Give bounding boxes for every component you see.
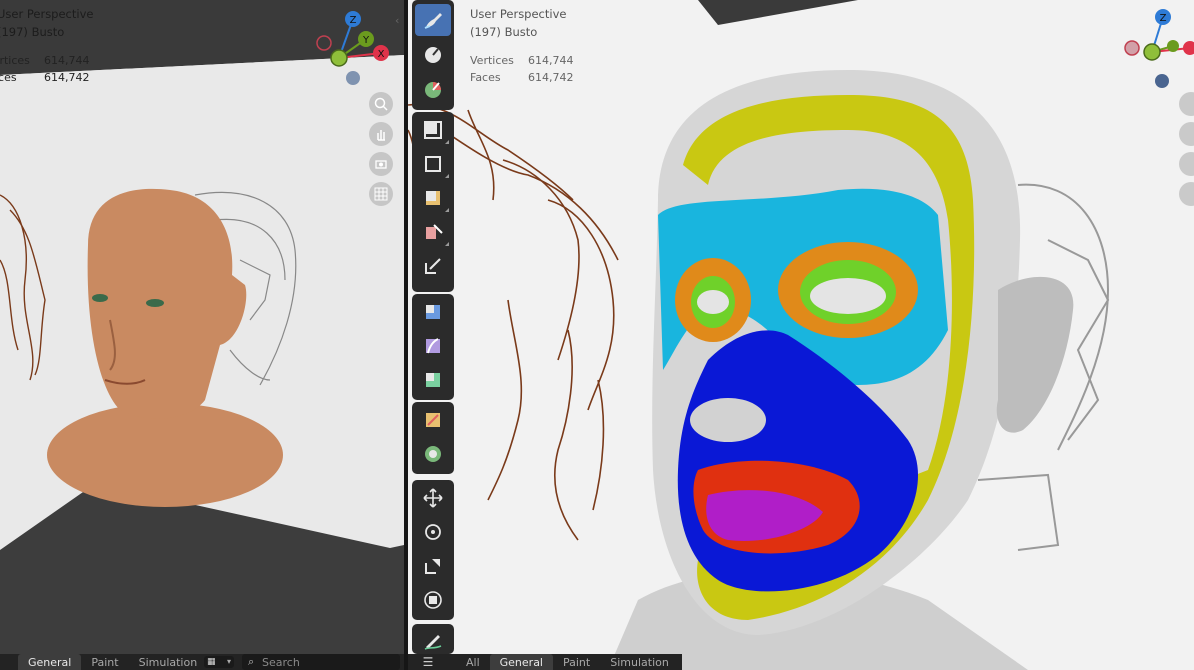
smear-tool[interactable] xyxy=(415,39,451,71)
gizmo-x-label: X xyxy=(378,49,385,60)
faces-label: Faces xyxy=(0,71,17,84)
faces-label: Faces xyxy=(470,71,501,84)
navigation-gizmo[interactable]: Z Y X xyxy=(310,8,394,88)
color-filter-tool[interactable] xyxy=(415,364,451,396)
gizmo-z-label: Z xyxy=(1160,13,1167,24)
rotate-tool[interactable] xyxy=(415,516,451,548)
left-3d-viewport[interactable]: User Perspective (197) Busto Vertices 614… xyxy=(0,0,404,670)
edit-face-set-tool[interactable] xyxy=(415,404,451,436)
trim-tool[interactable] xyxy=(415,216,451,248)
face-set-tool[interactable] xyxy=(415,182,451,214)
tool-group-transform xyxy=(412,480,454,620)
tool-group-filter xyxy=(412,294,454,400)
tab-paint[interactable]: Paint xyxy=(553,654,600,670)
mesh-filter-tool[interactable] xyxy=(415,296,451,328)
tab-paint[interactable]: Paint xyxy=(81,654,128,670)
navigation-gizmo[interactable]: Z xyxy=(1120,6,1194,92)
mask-paint-tool[interactable] xyxy=(415,74,451,106)
grid-view-icon: ▦ xyxy=(207,657,216,667)
bottom-bar-right: ☰ All General Paint Simulation xyxy=(408,654,682,670)
object-label: (197) Busto xyxy=(470,25,538,39)
scene-stats: Vertices 614,744 Faces 614,742 xyxy=(470,52,574,86)
perspective-label: User Perspective xyxy=(470,7,567,21)
zoom-icon[interactable] xyxy=(369,92,393,116)
faces-value: 614,742 xyxy=(528,71,574,84)
left-scene xyxy=(0,0,404,670)
pan-hand-icon[interactable] xyxy=(369,122,393,146)
search-icon: ⌕ xyxy=(248,655,255,668)
gizmo-z-label: Z xyxy=(350,15,357,26)
annotate-tool[interactable] xyxy=(415,624,451,656)
scale-tool[interactable] xyxy=(415,550,451,582)
object-label: (197) Busto xyxy=(0,25,65,39)
tab-general[interactable]: General xyxy=(18,654,82,670)
vertices-label: Vertices xyxy=(470,54,514,67)
draw-brush-tool[interactable] xyxy=(415,4,451,36)
lasso-select-tool[interactable] xyxy=(415,148,451,180)
ortho-grid-icon[interactable] xyxy=(369,182,393,206)
gizmo-y-label: Y xyxy=(362,35,370,46)
perspective-label: User Perspective xyxy=(0,7,94,21)
hamburger-icon[interactable]: ☰ xyxy=(408,655,448,669)
vertices-value: 614,744 xyxy=(528,54,574,67)
faces-value: 614,742 xyxy=(44,71,90,84)
tab-simulation[interactable]: Simulation xyxy=(600,654,679,670)
scene-stats: Vertices 614,744 Faces 614,742 xyxy=(0,52,90,86)
collapse-arrow-icon[interactable]: ‹ xyxy=(395,14,399,27)
cloth-filter-tool[interactable] xyxy=(415,330,451,362)
tool-group-edit xyxy=(412,402,454,474)
tab-general[interactable]: General xyxy=(489,654,553,670)
mask-by-color-tool[interactable] xyxy=(415,438,451,470)
view-mode-dropdown[interactable]: ▦ ▾ xyxy=(204,656,234,668)
bottom-bar-left: General Paint Simulation ▦ ▾ Search ⌕ xyxy=(0,654,404,670)
vertices-value: 614,744 xyxy=(44,54,90,67)
search-input[interactable]: Search xyxy=(242,654,400,670)
right-3d-viewport[interactable]: User Perspective (197) Busto Vertices 614… xyxy=(408,0,1194,670)
tool-group-paint xyxy=(412,0,454,110)
tool-group-annotate xyxy=(412,624,454,654)
tab-all[interactable]: All xyxy=(456,654,490,670)
right-scene xyxy=(408,0,1110,670)
vertices-label: Vertices xyxy=(0,54,30,67)
line-project-tool[interactable] xyxy=(415,250,451,282)
sculpt-toolbar xyxy=(412,0,454,670)
chevron-down-icon: ▾ xyxy=(226,657,231,666)
camera-icon[interactable] xyxy=(369,152,393,176)
transform-tool[interactable] xyxy=(415,584,451,616)
move-tool[interactable] xyxy=(415,482,451,514)
box-select-tool[interactable] xyxy=(415,114,451,146)
tab-simulation[interactable]: Simulation xyxy=(129,654,208,670)
tool-group-select xyxy=(412,112,454,292)
